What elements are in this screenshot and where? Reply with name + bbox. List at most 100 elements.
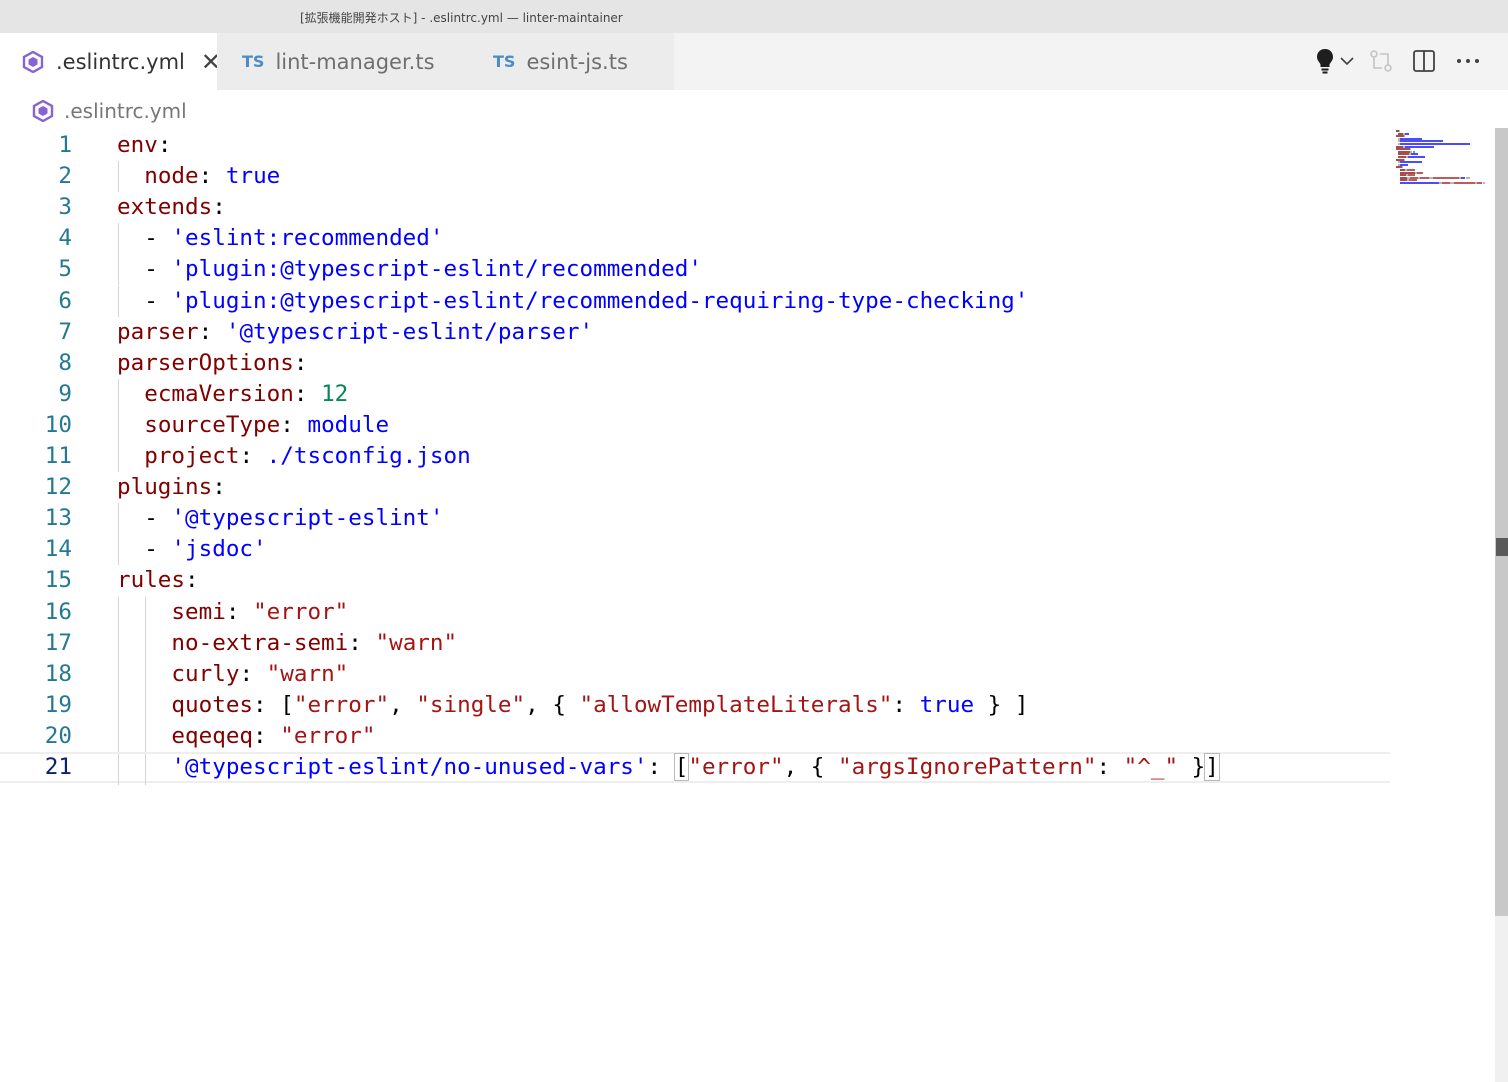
code-token: : bbox=[647, 754, 675, 780]
line-number: 15 bbox=[44, 567, 72, 594]
minimap-token bbox=[1477, 182, 1482, 184]
line-number: 3 bbox=[58, 194, 72, 221]
line-number: 1 bbox=[58, 132, 72, 158]
chevron-down-icon[interactable] bbox=[1338, 47, 1356, 75]
code-line[interactable]: 14 - 'jsdoc' bbox=[0, 534, 1390, 566]
minimap-token bbox=[1420, 176, 1429, 179]
code-token: } bbox=[1178, 754, 1206, 780]
lightbulb-icon[interactable] bbox=[1314, 47, 1336, 75]
code-token: : bbox=[157, 132, 172, 158]
minimap[interactable] bbox=[1396, 130, 1496, 190]
line-number: 10 bbox=[44, 411, 72, 438]
code-line[interactable]: 13 - '@typescript-eslint' bbox=[0, 503, 1390, 535]
line-number: 2 bbox=[58, 163, 72, 190]
split-editor-icon[interactable] bbox=[1410, 47, 1438, 75]
code-token: : bbox=[293, 349, 308, 376]
code-line[interactable]: 9 ecmaVersion: 12 bbox=[0, 378, 1390, 410]
code-token: - bbox=[117, 505, 172, 532]
code-line[interactable]: 15 rules: bbox=[0, 565, 1390, 596]
code-token: , { bbox=[525, 691, 580, 718]
code-token: rules bbox=[117, 567, 186, 594]
code-line[interactable]: 6 - 'plugin:@typescript-eslint/recommend… bbox=[0, 285, 1390, 317]
tab-eslintrc[interactable]: .eslintrc.yml ✕ bbox=[0, 33, 221, 90]
line-number: 16 bbox=[44, 598, 72, 625]
code-token: "single" bbox=[416, 691, 526, 718]
breadcrumb[interactable]: .eslintrc.yml bbox=[32, 96, 187, 126]
line-number: 8 bbox=[58, 349, 72, 376]
line-number: 20 bbox=[44, 722, 72, 749]
code-line[interactable]: 8 parserOptions: bbox=[0, 348, 1390, 379]
breadcrumb-file: .eslintrc.yml bbox=[64, 99, 187, 123]
code-line[interactable]: 18 curly: "warn" bbox=[0, 658, 1390, 690]
code-line[interactable]: 2 node: true bbox=[0, 161, 1390, 193]
code-line[interactable]: 19 quotes: ["error", "single", { "allowT… bbox=[0, 689, 1390, 721]
code-line[interactable]: 1 env: bbox=[0, 130, 1390, 161]
editor-tab-bar: .eslintrc.yml ✕ TS lint-manager.ts TS es… bbox=[0, 33, 1508, 90]
code-token: , bbox=[389, 691, 417, 718]
code-text: semi: "error" bbox=[117, 597, 348, 628]
vscode-window: [拡張機能開発ホスト] - .eslintrc.yml — linter-mai… bbox=[0, 0, 1508, 1082]
code-token: node bbox=[144, 163, 199, 190]
line-number: 5 bbox=[58, 256, 72, 283]
code-token: "error" bbox=[253, 598, 349, 625]
matched-bracket: [ bbox=[673, 753, 690, 781]
code-token: : bbox=[280, 411, 308, 438]
code-line[interactable]: 11 project: ./tsconfig.json bbox=[0, 441, 1390, 472]
code-line[interactable]: 7 parser: '@typescript-eslint/parser' bbox=[0, 317, 1390, 348]
code-text: - '@typescript-eslint' bbox=[117, 503, 443, 534]
editor-actions bbox=[1288, 33, 1508, 90]
code-token: : bbox=[348, 629, 376, 656]
code-token: - bbox=[117, 225, 172, 252]
tab-label: esint-js.ts bbox=[526, 49, 628, 74]
code-token: "argsIgnorePattern" bbox=[837, 754, 1097, 780]
title-bar: [拡張機能開発ホスト] - .eslintrc.yml — linter-mai… bbox=[0, 0, 1508, 34]
code-token: "warn" bbox=[266, 660, 349, 687]
code-text: - 'plugin:@typescript-eslint/recommended… bbox=[117, 254, 702, 285]
code-line[interactable]: 20 eqeqeq: "error" bbox=[0, 720, 1390, 752]
code-line[interactable]: 21 '@typescript-eslint/no-unused-vars': … bbox=[0, 752, 1390, 785]
code-line[interactable]: 17 no-extra-semi: "warn" bbox=[0, 627, 1390, 659]
tab-lint-manager[interactable]: TS lint-manager.ts bbox=[217, 33, 468, 90]
line-number: 21 bbox=[44, 754, 72, 780]
code-text: node: true bbox=[117, 161, 280, 192]
code-text: sourceType: module bbox=[117, 410, 389, 441]
vertical-scrollbar[interactable] bbox=[1495, 128, 1508, 916]
code-line[interactable]: 4 - 'eslint:recommended' bbox=[0, 223, 1390, 255]
code-text: - 'eslint:recommended' bbox=[117, 223, 443, 254]
code-token: : bbox=[239, 660, 267, 687]
code-token: "allowTemplateLiterals" bbox=[579, 691, 893, 718]
compare-changes-icon[interactable] bbox=[1366, 47, 1396, 75]
more-actions-icon[interactable] bbox=[1454, 47, 1482, 75]
code-token: : bbox=[293, 380, 322, 407]
code-token: sourceType bbox=[144, 411, 281, 438]
tab-esint-js[interactable]: TS esint-js.ts bbox=[468, 33, 674, 90]
code-line[interactable]: 16 semi: "error" bbox=[0, 596, 1390, 628]
code-text: rules: bbox=[117, 565, 199, 596]
code-line[interactable]: 3 extends: bbox=[0, 192, 1390, 223]
line-number: 17 bbox=[44, 629, 72, 656]
line-number: 19 bbox=[44, 691, 72, 718]
code-line[interactable]: 12 plugins: bbox=[0, 472, 1390, 503]
minimap-token bbox=[1433, 176, 1459, 179]
code-text: extends: bbox=[117, 192, 226, 223]
code-text: parser: '@typescript-eslint/parser' bbox=[117, 317, 593, 348]
code-token: : bbox=[185, 567, 199, 594]
code-editor[interactable]: 1 env: 2 node: true 3 extends: 4 - 'eslint:re… bbox=[0, 128, 1495, 1082]
code-text: parserOptions: bbox=[117, 348, 307, 379]
code-line[interactable]: 10 sourceType: module bbox=[0, 409, 1390, 441]
tab-label: lint-manager.ts bbox=[275, 49, 435, 74]
code-token: 'plugin:@typescript-eslint/recommended' bbox=[171, 256, 702, 283]
window-title: [拡張機能開発ホスト] - .eslintrc.yml — linter-mai… bbox=[300, 11, 623, 25]
code-line[interactable]: 5 - 'plugin:@typescript-eslint/recommend… bbox=[0, 254, 1390, 286]
code-token: : bbox=[225, 598, 254, 625]
code-token: - bbox=[117, 536, 172, 563]
code-token: "error" bbox=[280, 722, 376, 749]
typescript-icon: TS bbox=[242, 52, 265, 71]
code-text: eqeqeq: "error" bbox=[117, 721, 375, 752]
code-token: env bbox=[117, 132, 158, 158]
